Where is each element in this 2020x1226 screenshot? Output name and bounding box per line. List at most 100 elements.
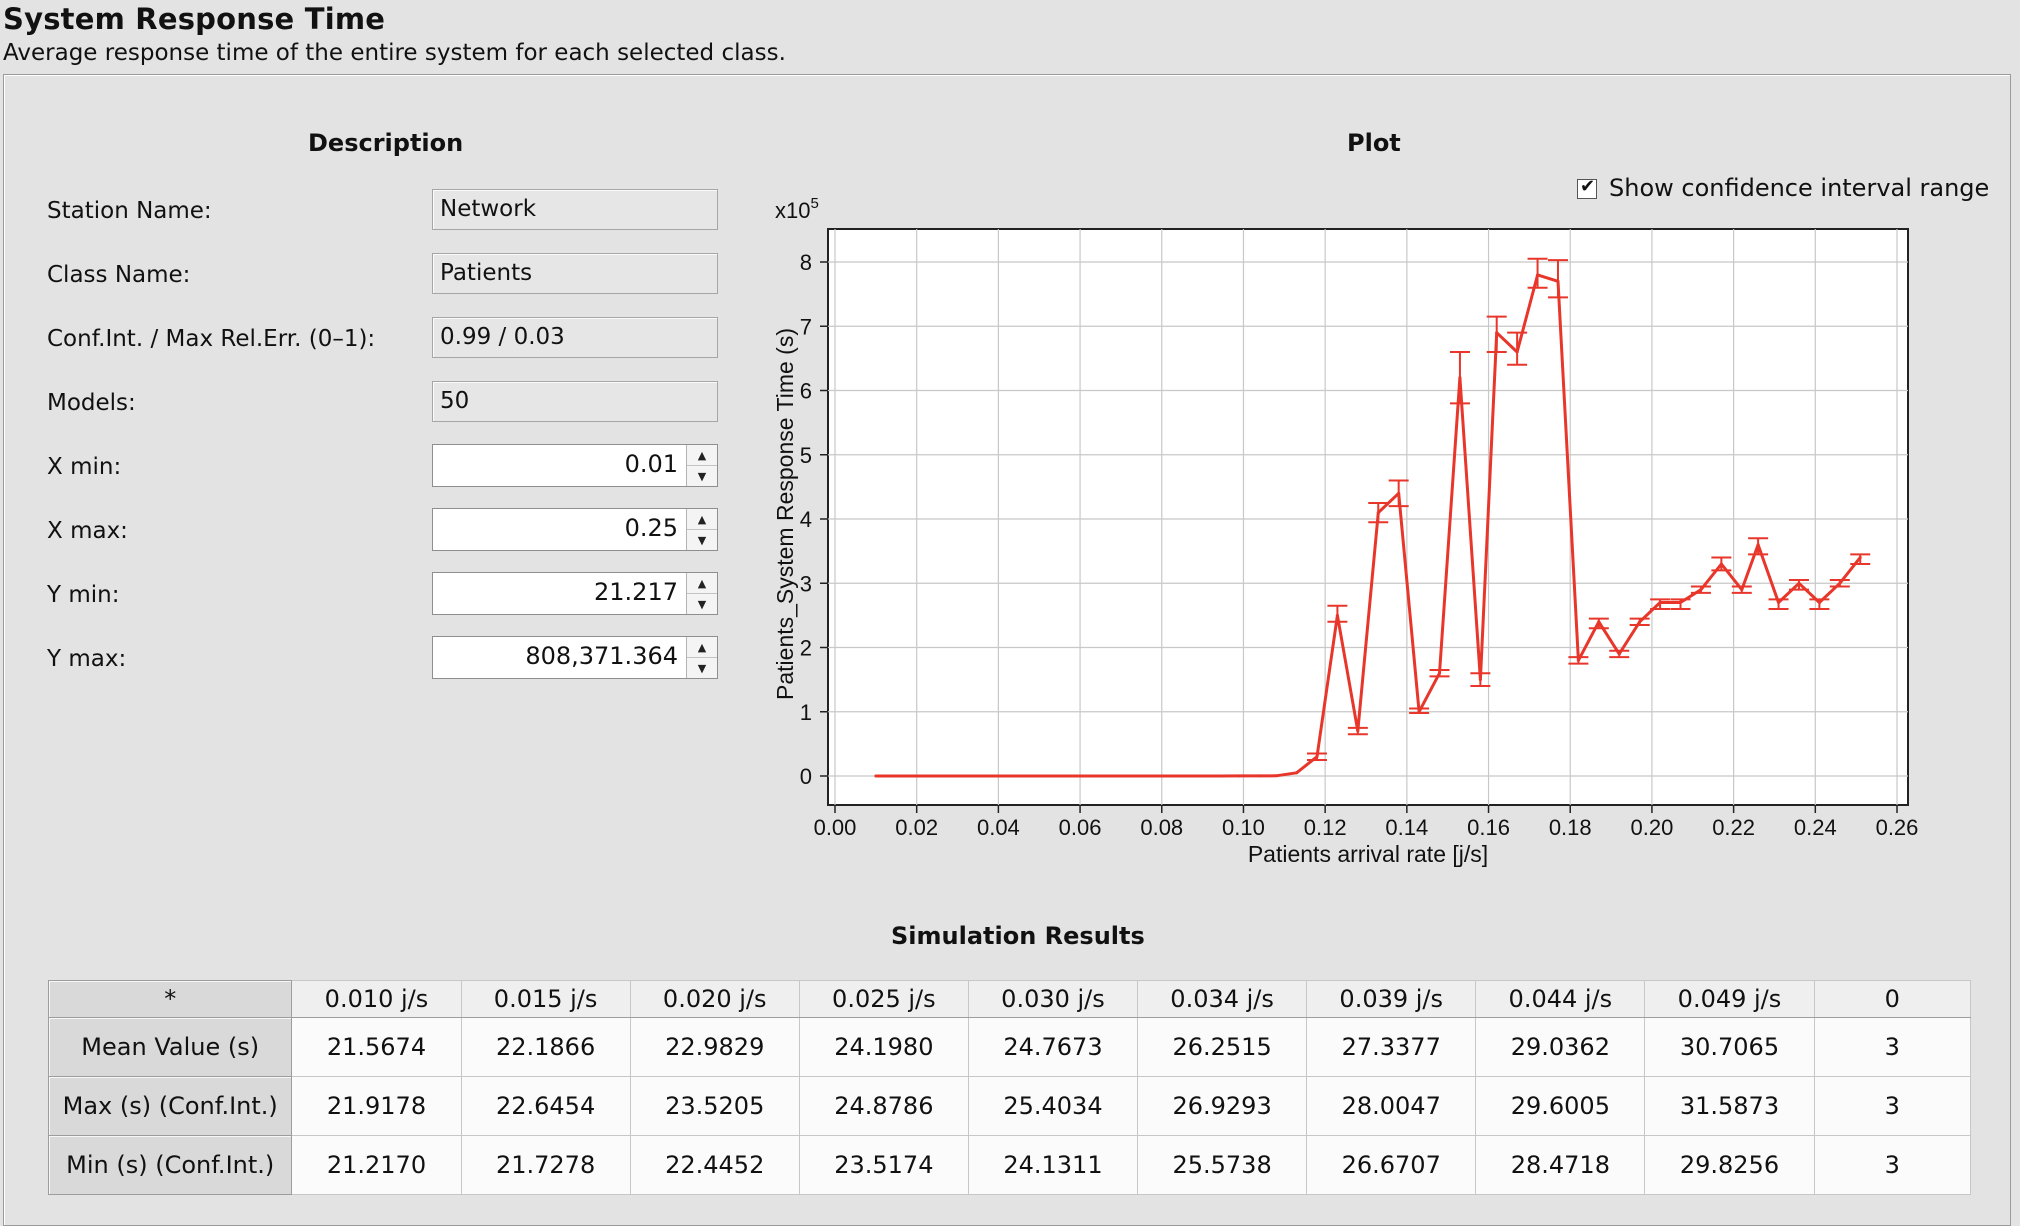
data-point [992, 774, 996, 778]
column-header[interactable]: 0.020 j/s [629, 980, 800, 1018]
table-cell[interactable]: 29.0362 [1475, 1017, 1646, 1077]
table-cell[interactable]: 31.5873 [1644, 1076, 1815, 1136]
table-cell[interactable]: 29.6005 [1475, 1076, 1646, 1136]
data-point [1115, 774, 1119, 778]
data-point [1417, 710, 1421, 714]
table-corner-header[interactable]: * [48, 980, 293, 1018]
data-point [972, 774, 976, 778]
data-point [1740, 588, 1744, 592]
x-tick-label: 0.12 [1304, 815, 1347, 840]
table-cell[interactable]: 24.1980 [798, 1017, 969, 1077]
column-header[interactable]: 0.025 j/s [798, 980, 969, 1018]
x-tick-label: 0.02 [895, 815, 938, 840]
column-header[interactable]: 0.030 j/s [967, 980, 1139, 1018]
table-cell[interactable]: 25.5738 [1137, 1135, 1308, 1195]
table-cell[interactable]: 26.9293 [1137, 1076, 1308, 1136]
data-point [1376, 511, 1380, 515]
y-multiplier-exp: 5 [810, 195, 818, 212]
table-cell[interactable]: 23.5205 [629, 1076, 800, 1136]
x-tick-label: 0.14 [1385, 815, 1428, 840]
data-point [1013, 774, 1017, 778]
y-tick-label: 6 [800, 379, 812, 404]
table-cell[interactable]: 21.2170 [291, 1135, 462, 1195]
table-cell[interactable]: 28.0047 [1306, 1076, 1477, 1136]
data-point [1094, 774, 1098, 778]
column-header[interactable]: 0 [1813, 980, 1971, 1018]
y-tick-label: 7 [800, 314, 812, 339]
data-point [1617, 652, 1621, 656]
data-point [1576, 658, 1580, 662]
y-tick-label: 5 [800, 443, 812, 468]
y-multiplier-base: x10 [775, 198, 810, 223]
row-header[interactable]: Max (s) (Conf.Int.) [48, 1076, 293, 1136]
data-point [874, 774, 878, 778]
row-header[interactable]: Min (s) (Conf.Int.) [48, 1135, 293, 1195]
column-header[interactable]: 0.044 j/s [1475, 980, 1646, 1018]
y-tick-label: 8 [800, 250, 812, 275]
table-cell[interactable]: 3 [1813, 1076, 1971, 1136]
y-tick-label: 0 [800, 764, 812, 789]
data-point [1074, 774, 1078, 778]
data-point [1176, 774, 1180, 778]
data-point [1295, 771, 1299, 775]
table-cell[interactable]: 22.4452 [629, 1135, 800, 1195]
data-point [1197, 774, 1201, 778]
table-cell[interactable]: 3 [1813, 1017, 1971, 1077]
row-header[interactable]: Mean Value (s) [48, 1017, 293, 1077]
x-tick-label: 0.22 [1712, 815, 1755, 840]
data-point [1495, 331, 1499, 335]
data-point [1356, 729, 1360, 733]
table-cell[interactable]: 22.1866 [460, 1017, 631, 1077]
data-point [1458, 376, 1462, 380]
data-point [1397, 491, 1401, 495]
data-point [1756, 543, 1760, 547]
data-point [1135, 774, 1139, 778]
data-point [1315, 755, 1319, 759]
column-header[interactable]: 0.034 j/s [1137, 980, 1308, 1018]
response-time-chart: 0.00 0.02 0.04 0.06 0.08 0.10 0.12 0.14 0.16 0.18… [772, 195, 1918, 867]
table-cell[interactable]: 24.7673 [967, 1017, 1139, 1077]
data-point [1597, 620, 1601, 624]
x-axis: 0.00 0.02 0.04 0.06 0.08 0.10 0.12 0.14 0.16 0.18… [814, 805, 1918, 840]
column-header[interactable]: 0.010 j/s [291, 980, 462, 1018]
table-row: Max (s) (Conf.Int.) 21.9178 22.6454 23.5205… [48, 1076, 1971, 1136]
data-point [1638, 620, 1642, 624]
table-cell[interactable]: 21.5674 [291, 1017, 462, 1077]
table-cell[interactable]: 21.9178 [291, 1076, 462, 1136]
data-point [1797, 581, 1801, 585]
data-point [1438, 671, 1442, 675]
column-header[interactable]: 0.039 j/s [1306, 980, 1477, 1018]
x-tick-label: 0.00 [814, 815, 857, 840]
data-point [1556, 279, 1560, 283]
data-point [1658, 601, 1662, 605]
data-point [1033, 774, 1037, 778]
results-title: Simulation Results [891, 922, 1145, 950]
table-cell[interactable]: 29.8256 [1644, 1135, 1815, 1195]
table-cell[interactable]: 24.8786 [798, 1076, 969, 1136]
data-point [1536, 273, 1540, 277]
table-cell[interactable]: 3 [1813, 1135, 1971, 1195]
table-cell[interactable]: 24.1311 [967, 1135, 1139, 1195]
table-cell[interactable]: 22.9829 [629, 1017, 800, 1077]
table-cell[interactable]: 21.7278 [460, 1135, 631, 1195]
data-point [1478, 678, 1482, 682]
x-tick-label: 0.16 [1467, 815, 1510, 840]
x-axis-title: Patients arrival rate [j/s] [1248, 841, 1488, 867]
y-axis: 0 1 2 3 4 5 6 7 8 [800, 250, 828, 789]
data-point [1335, 613, 1339, 617]
table-cell[interactable]: 25.4034 [967, 1076, 1139, 1136]
table-cell[interactable]: 26.2515 [1137, 1017, 1308, 1077]
table-cell[interactable]: 22.6454 [460, 1076, 631, 1136]
data-point [1156, 774, 1160, 778]
table-cell[interactable]: 23.5174 [798, 1135, 969, 1195]
column-header[interactable]: 0.049 j/s [1644, 980, 1815, 1018]
table-cell[interactable]: 28.4718 [1475, 1135, 1646, 1195]
table-cell[interactable]: 27.3377 [1306, 1017, 1477, 1077]
data-point [1719, 562, 1723, 566]
column-header[interactable]: 0.015 j/s [460, 980, 631, 1018]
x-tick-label: 0.06 [1059, 815, 1102, 840]
table-cell[interactable]: 26.6707 [1306, 1135, 1477, 1195]
table-cell[interactable]: 30.7065 [1644, 1017, 1815, 1077]
data-point [1777, 601, 1781, 605]
data-point [1054, 774, 1058, 778]
